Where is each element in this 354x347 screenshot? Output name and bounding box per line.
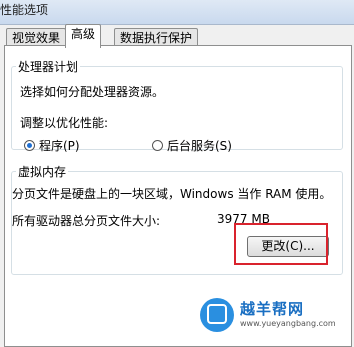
- watermark-name: 越羊帮网: [240, 300, 305, 318]
- tab-strip: 视觉效果 高级 数据执行保护: [4, 24, 352, 48]
- optimize-performance-label: 调整以优化性能:: [20, 116, 109, 130]
- watermark-url: www.yueyangbang.com: [240, 319, 336, 328]
- processor-scheduling-title: 处理器计划: [18, 60, 79, 74]
- programs-radio-label: 程序(P): [39, 139, 80, 153]
- radio-unselected-icon: [152, 140, 163, 151]
- programs-radio[interactable]: 程序(P): [24, 137, 80, 154]
- virtual-memory-title: 虚拟内存: [18, 165, 67, 179]
- total-paging-file-label: 所有驱动器总分页文件大小:: [12, 214, 161, 228]
- radio-selected-icon: [24, 140, 35, 151]
- background-services-radio[interactable]: 后台服务(S): [152, 137, 232, 154]
- highlight-box: [234, 223, 328, 265]
- virtual-memory-description: 分页文件是硬盘上的一块区域，Windows 当作 RAM 使用。: [12, 187, 332, 201]
- wifi-house-icon: [200, 298, 234, 332]
- background-services-radio-label: 后台服务(S): [167, 139, 232, 153]
- processor-scheduling-group: 处理器计划 选择如何分配处理器资源。 调整以优化性能: 程序(P) 后台服务(S…: [11, 58, 343, 153]
- window-title: 性能选项: [0, 3, 49, 17]
- tab-advanced[interactable]: 高级: [65, 24, 102, 48]
- watermark: 越羊帮网 www.yueyangbang.com: [200, 298, 350, 334]
- processor-scheduling-description: 选择如何分配处理器资源。: [20, 85, 165, 99]
- title-bar: 性能选项: [0, 0, 354, 25]
